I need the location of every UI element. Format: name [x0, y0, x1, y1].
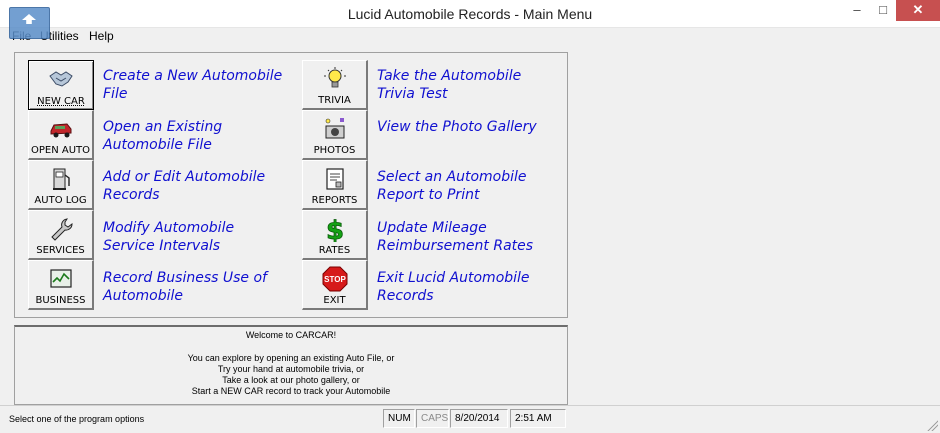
trivia-button[interactable]: TRIVIA: [302, 60, 368, 110]
open-auto-description[interactable]: Open an Existing Automobile File: [103, 118, 283, 154]
message-line: Try your hand at automobile trivia, or: [217, 364, 365, 374]
photos-button[interactable]: PHOTOS: [302, 110, 368, 160]
status-time: 2:51 AM: [510, 409, 566, 428]
stop-sign-text: STOP: [324, 275, 346, 284]
menu-help[interactable]: Help: [89, 29, 114, 43]
reports-label: REPORTS: [311, 195, 358, 206]
exit-description[interactable]: Exit Lucid Automobile Records: [377, 269, 557, 305]
chart-monitor-icon: [49, 269, 72, 288]
services-description[interactable]: Modify Automobile Service Intervals: [103, 219, 283, 255]
report-icon: [325, 168, 344, 190]
reports-description[interactable]: Select an Automobile Report to Print: [377, 168, 557, 204]
auto-log-button[interactable]: AUTO LOG: [28, 160, 94, 210]
photos-label: PHOTOS: [313, 145, 356, 156]
message-line: Start a NEW CAR record to track your Aut…: [191, 386, 391, 396]
photos-description[interactable]: View the Photo Gallery: [377, 118, 557, 136]
services-label: SERVICES: [36, 245, 85, 256]
car-icon: [50, 123, 71, 138]
maximize-button[interactable]: □: [870, 0, 896, 21]
business-description[interactable]: Record Business Use of Automobile: [103, 269, 283, 305]
status-date: 8/20/2014: [450, 409, 508, 428]
business-label: BUSINESS: [35, 295, 86, 306]
message-line: Take a look at our photo gallery, or: [222, 375, 360, 385]
resize-grip[interactable]: [926, 419, 938, 431]
welcome-message-box: Welcome to CARCAR! You can explore by op…: [14, 325, 568, 405]
rates-button[interactable]: $ RATES: [302, 210, 368, 260]
main-menu-panel: NEW CAR Create a New Automobile File OPE…: [14, 52, 568, 318]
rates-label: RATES: [318, 245, 351, 256]
open-auto-button[interactable]: OPEN AUTO: [28, 110, 94, 160]
minimize-button[interactable]: –: [844, 0, 870, 21]
business-button[interactable]: BUSINESS: [28, 260, 94, 310]
app-icon[interactable]: [9, 7, 50, 39]
open-auto-label: OPEN AUTO: [30, 145, 91, 156]
auto-log-description[interactable]: Add or Edit Automobile Records: [103, 168, 283, 204]
stop-sign-icon: STOP: [322, 266, 347, 292]
caps-lock-indicator: CAPS: [416, 409, 449, 428]
services-button[interactable]: SERVICES: [28, 210, 94, 260]
rates-description[interactable]: Update Mileage Reimbursement Rates: [377, 219, 557, 255]
new-car-label: NEW CAR: [37, 96, 85, 107]
exit-label: EXIT: [323, 295, 346, 306]
reports-button[interactable]: REPORTS: [302, 160, 368, 210]
num-lock-indicator: NUM: [383, 409, 415, 428]
camera-icon: [325, 118, 344, 139]
status-bar: Select one of the program options NUM CA…: [0, 405, 940, 433]
dollar-icon: $: [325, 216, 344, 242]
lightbulb-icon: [323, 67, 346, 88]
new-car-button[interactable]: NEW CAR: [28, 60, 94, 110]
window-title: Lucid Automobile Records - Main Menu: [347, 6, 593, 22]
title-bar: Lucid Automobile Records - Main Menu – □…: [0, 0, 940, 39]
status-message: Select one of the program options: [9, 414, 145, 424]
exit-button[interactable]: STOP EXIT: [302, 260, 368, 310]
menu-bar: File Utilities Help: [0, 28, 940, 45]
auto-log-label: AUTO LOG: [34, 195, 87, 206]
welcome-title: Welcome to CARCAR!: [245, 330, 337, 340]
wrench-icon: [50, 218, 73, 241]
close-button[interactable]: ✕: [896, 0, 940, 21]
svg-text:$: $: [325, 216, 343, 242]
message-line: You can explore by opening an existing A…: [187, 353, 395, 363]
handshake-icon: [49, 71, 73, 87]
trivia-description[interactable]: Take the Automobile Trivia Test: [377, 67, 557, 103]
trivia-label: TRIVIA: [318, 95, 351, 106]
fuel-pump-icon: [52, 168, 70, 190]
new-car-description[interactable]: Create a New Automobile File: [103, 67, 283, 103]
